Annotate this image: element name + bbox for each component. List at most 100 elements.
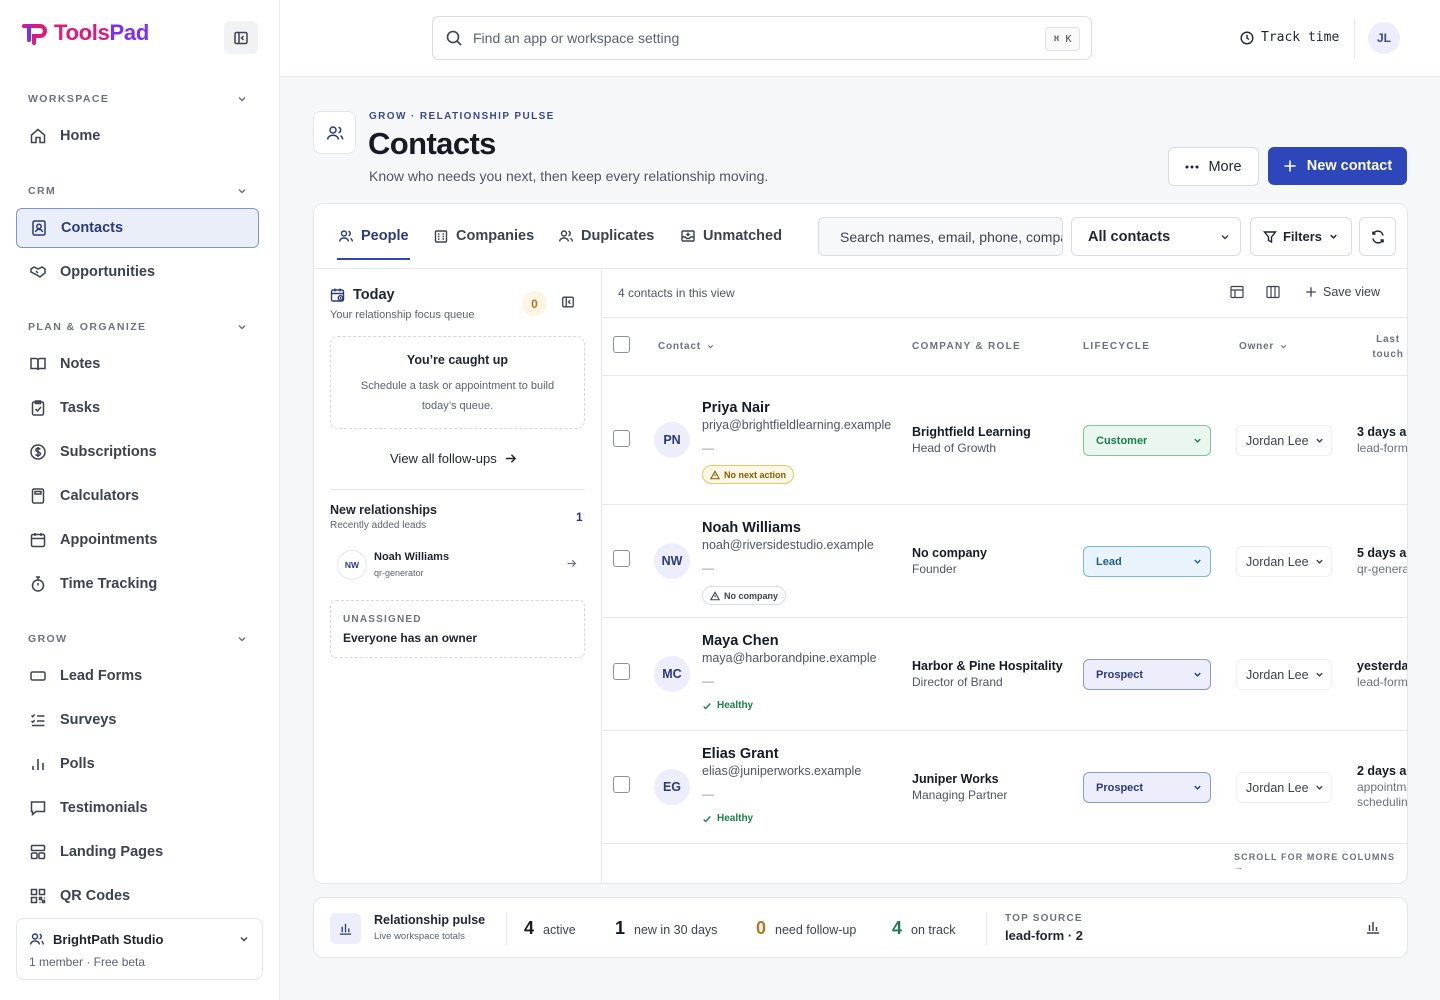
contact-phone: — [702,441,714,455]
select-all-checkbox[interactable] [613,336,630,353]
row-checkbox[interactable] [613,550,630,567]
sidebar-collapse-button[interactable] [224,21,258,54]
company-role: Director of Brand [912,675,1003,689]
row-checkbox[interactable] [613,663,630,680]
brand-name-part-a: Tools [54,20,110,45]
refresh-button[interactable] [1359,217,1396,256]
user-avatar[interactable]: JL [1368,22,1400,54]
sidebar-item-qr-codes[interactable]: QR Codes [16,876,259,916]
arrow-right-icon [567,559,577,568]
sidebar-item-home[interactable]: Home [16,116,259,156]
lifecycle-select[interactable]: Prospect [1083,772,1211,803]
tab-companies[interactable]: Companies [433,228,534,244]
more-button[interactable]: More [1168,147,1259,186]
tab-people[interactable]: People [338,228,409,244]
sidebar-item-contacts[interactable]: Contacts [16,208,259,248]
company-role: Head of Growth [912,441,997,455]
contact-email[interactable]: maya@harborandpine.example [702,651,877,665]
calendar-clock-icon [330,288,345,302]
sidebar-item-label: Lead Forms [60,668,143,684]
brand-logo[interactable]: ToolsPad [22,20,149,46]
row-checkbox[interactable] [613,776,630,793]
owner-select[interactable]: Jordan Lee [1236,772,1332,803]
global-search[interactable]: Find an app or workspace setting ⌘ K [432,16,1092,60]
lifecycle-select[interactable]: Prospect [1083,659,1211,690]
sidebar-item-time-tracking[interactable]: Time Tracking [16,564,259,604]
table-header-bottom-border [602,375,1407,376]
section-label: GROW [28,633,68,645]
sidebar-item-calculators[interactable]: Calculators [16,476,259,516]
sidebar-item-tasks[interactable]: Tasks [16,388,259,428]
tab-duplicates[interactable]: Duplicates [558,228,654,244]
contact-name[interactable]: Maya Chen [702,633,779,649]
building-icon [434,230,448,243]
owner-select[interactable]: Jordan Lee [1236,425,1332,456]
new-contact-button[interactable]: New contact [1268,147,1407,185]
chevron-down-icon [1316,672,1323,677]
shortcut-hint: ⌘ K [1045,27,1080,51]
health-label: Healthy [717,813,754,824]
stat-active: 4 active [524,918,576,939]
new-relationship-name: Noah Williams [374,551,450,563]
tab-label: Companies [456,228,535,244]
company-name: Juniper Works [912,772,999,786]
owner-select[interactable]: Jordan Lee [1236,546,1332,577]
bar-chart-icon[interactable] [1365,919,1381,935]
view-select[interactable]: All contacts [1071,217,1241,256]
sidebar-item-notes[interactable]: Notes [16,344,259,384]
sidebar-item-appointments[interactable]: Appointments [16,520,259,560]
track-time-button[interactable]: Track time [1240,30,1339,45]
columns-icon[interactable] [1266,285,1280,299]
table-view-icon[interactable] [1230,285,1244,299]
contact-email[interactable]: elias@juniperworks.example [702,764,861,778]
save-view-button[interactable]: Save view [1305,285,1380,299]
section-grow[interactable]: GROW [28,633,248,645]
sidebar-item-surveys[interactable]: Surveys [16,700,259,740]
more-horizontal-icon [1185,165,1199,168]
column-header-owner[interactable]: Owner [1239,341,1288,352]
column-header-contact[interactable]: Contact [658,341,715,352]
tab-unmatched[interactable]: Unmatched [680,228,782,244]
row-checkbox[interactable] [613,430,630,447]
active-tab-indicator [337,258,410,260]
people-icon [558,230,574,242]
owner-select[interactable]: Jordan Lee [1236,659,1332,690]
unassigned-label: UNASSIGNED [343,614,422,625]
bar-chart-icon [32,759,44,770]
table-header-top-border [602,317,1407,318]
chevron-down-icon [1194,785,1201,790]
row-divider [602,504,1407,505]
stat-value: 4 [524,918,535,938]
lifecycle-value: Prospect [1096,668,1144,681]
contact-phone: — [702,674,714,688]
contact-name[interactable]: Noah Williams [702,520,801,536]
sidebar-item-lead-forms[interactable]: Lead Forms [16,656,259,696]
qr-icon [30,888,46,904]
filters-button[interactable]: Filters [1250,217,1352,256]
contact-name[interactable]: Elias Grant [702,746,779,762]
section-workspace[interactable]: WORKSPACE [28,93,248,105]
chevron-down-icon [1194,672,1201,677]
today-collapse-button[interactable] [561,295,575,312]
status-badge-label: No company [724,590,779,601]
sidebar-item-subscriptions[interactable]: Subscriptions [16,432,259,472]
section-plan-organize[interactable]: PLAN & ORGANIZE [28,321,248,333]
sidebar-item-polls[interactable]: Polls [16,744,259,784]
sidebar-item-opportunities[interactable]: Opportunities [16,252,259,292]
contact-email[interactable]: priya@brightfieldlearning.example [702,418,891,432]
view-all-followups-link[interactable]: View all follow-ups [390,451,517,466]
lifecycle-select[interactable]: Customer [1083,425,1211,456]
contact-name[interactable]: Priya Nair [702,400,770,416]
contacts-search-input[interactable]: Search names, email, phone, company [818,217,1063,256]
topbar: Find an app or workspace setting ⌘ K Tra… [280,0,1440,77]
lifecycle-select[interactable]: Lead [1083,546,1211,577]
sidebar-item-testimonials[interactable]: Testimonials [16,788,259,828]
section-crm[interactable]: CRM [28,185,248,197]
sidebar-item-landing-pages[interactable]: Landing Pages [16,832,259,872]
avatar: EG [654,769,690,805]
workspace-switcher[interactable]: BrightPath Studio 1 member · Free beta [16,918,263,980]
list-check-icon [30,713,45,727]
new-relationships-count: 1 [576,510,583,524]
contact-email[interactable]: noah@riversidestudio.example [702,538,874,552]
last-touch-source: qr-generator [1357,562,1408,576]
